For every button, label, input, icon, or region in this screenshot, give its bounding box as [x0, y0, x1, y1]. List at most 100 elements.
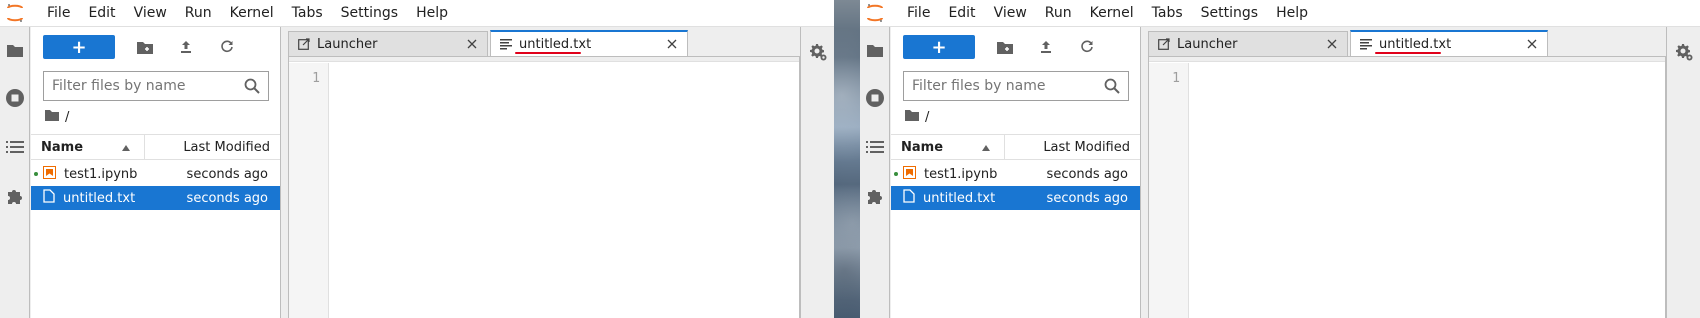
file-name: test1.ipynb: [924, 166, 998, 182]
menu-file[interactable]: File: [38, 0, 79, 27]
menu-bar: File Edit View Run Kernel Tabs Settings …: [0, 0, 834, 27]
text-file-icon: [499, 37, 513, 51]
file-name: test1.ipynb: [64, 166, 138, 182]
text-file-icon: [903, 189, 915, 207]
menu-help[interactable]: Help: [407, 0, 457, 27]
main-area: + Filter files by name / Name Last Modif…: [0, 27, 834, 318]
main-area: + Filter files by name / Name Last Modif…: [860, 27, 1700, 318]
tab-untitled-txt[interactable]: untitled.txt: [490, 30, 688, 56]
filter-files-input-box: [43, 71, 269, 101]
tab-label: untitled.txt: [519, 36, 592, 52]
close-icon[interactable]: [1325, 37, 1339, 51]
tab-untitled-txt[interactable]: untitled.txt: [1350, 30, 1548, 56]
file-browser-toolbar: +: [903, 35, 1132, 59]
menu-run[interactable]: Run: [176, 0, 221, 27]
text-editor[interactable]: 1: [1148, 56, 1666, 318]
text-file-icon: [43, 189, 55, 207]
file-listing-header: Name Last Modified: [31, 134, 280, 160]
menu-tabs[interactable]: Tabs: [283, 0, 332, 27]
file-row-untitled[interactable]: untitled.txt seconds ago: [891, 186, 1140, 210]
text-file-icon: [1359, 37, 1373, 51]
extension-puzzle-icon[interactable]: [864, 185, 886, 207]
file-modified: seconds ago: [1046, 190, 1128, 206]
file-modified: seconds ago: [186, 166, 268, 182]
launcher-icon: [1157, 37, 1171, 51]
jupyterlab-window-left: File Edit View Run Kernel Tabs Settings …: [0, 0, 834, 318]
file-row-untitled[interactable]: untitled.txt seconds ago: [31, 186, 280, 210]
menu-edit[interactable]: Edit: [79, 0, 124, 27]
file-browser-toolbar: +: [43, 35, 272, 59]
tab-launcher[interactable]: Launcher: [1148, 31, 1348, 56]
menu-bar: File Edit View Run Kernel Tabs Settings …: [860, 0, 1700, 27]
upload-icon[interactable]: [175, 36, 197, 58]
right-sidebar: [800, 27, 834, 318]
menu-help[interactable]: Help: [1267, 0, 1317, 27]
table-of-contents-icon[interactable]: [4, 136, 26, 158]
menu-edit[interactable]: Edit: [939, 0, 984, 27]
close-icon[interactable]: [665, 37, 679, 51]
folder-icon[interactable]: [45, 109, 59, 125]
property-inspector-gear-icon[interactable]: [1674, 42, 1694, 62]
jupyter-logo-icon[interactable]: [860, 0, 890, 27]
column-header-last-modified[interactable]: Last Modified: [145, 140, 280, 155]
menu-file[interactable]: File: [898, 0, 939, 27]
table-of-contents-icon[interactable]: [864, 136, 886, 158]
menu-view[interactable]: View: [125, 0, 176, 27]
close-icon[interactable]: [1525, 37, 1539, 51]
refresh-icon[interactable]: [216, 36, 238, 58]
dock-panel: Launcher untitled.txt 1: [288, 27, 800, 318]
close-icon[interactable]: [465, 37, 479, 51]
breadcrumb: /: [905, 107, 929, 127]
running-indicator: [31, 172, 41, 176]
filter-files-input[interactable]: [52, 78, 244, 94]
column-header-last-modified[interactable]: Last Modified: [1005, 140, 1140, 155]
extension-puzzle-icon[interactable]: [4, 185, 26, 207]
stop-circle-icon[interactable]: [4, 87, 26, 109]
folder-icon[interactable]: [4, 40, 26, 62]
right-sidebar: [1666, 27, 1700, 318]
line-number: 1: [1172, 71, 1180, 86]
new-launcher-button[interactable]: +: [903, 35, 975, 59]
left-activity-bar: [860, 27, 890, 318]
file-row-test1[interactable]: test1.ipynb seconds ago: [31, 162, 280, 186]
tab-launcher[interactable]: Launcher: [288, 31, 488, 56]
file-browser: + Filter files by name / Name Last Modif…: [31, 27, 281, 318]
annotation-underline: [515, 52, 581, 54]
split-handle[interactable]: [281, 27, 288, 318]
menu-tabs[interactable]: Tabs: [1143, 0, 1192, 27]
jupyterlab-window-right: File Edit View Run Kernel Tabs Settings …: [860, 0, 1700, 318]
menu-view[interactable]: View: [985, 0, 1036, 27]
folder-icon[interactable]: [864, 40, 886, 62]
folder-icon[interactable]: [905, 109, 919, 125]
property-inspector-gear-icon[interactable]: [808, 42, 828, 62]
new-folder-icon[interactable]: [994, 36, 1016, 58]
breadcrumb-root[interactable]: /: [925, 110, 929, 125]
refresh-icon[interactable]: [1076, 36, 1098, 58]
search-icon: [244, 78, 260, 94]
line-gutter: 1: [1149, 63, 1189, 318]
left-activity-bar: [0, 27, 30, 318]
menu-kernel[interactable]: Kernel: [1081, 0, 1143, 27]
notebook-icon: [43, 165, 56, 183]
stop-circle-icon[interactable]: [864, 87, 886, 109]
file-listing-header: Name Last Modified: [891, 134, 1140, 160]
column-header-name[interactable]: Name: [891, 135, 1005, 159]
menu-settings[interactable]: Settings: [1192, 0, 1267, 27]
tab-bar: Launcher untitled.txt: [288, 30, 800, 56]
jupyter-logo-icon[interactable]: [0, 0, 30, 27]
file-row-test1[interactable]: test1.ipynb seconds ago: [891, 162, 1140, 186]
file-modified: seconds ago: [186, 190, 268, 206]
menu-settings[interactable]: Settings: [332, 0, 407, 27]
upload-icon[interactable]: [1035, 36, 1057, 58]
launcher-icon: [297, 37, 311, 51]
menu-kernel[interactable]: Kernel: [221, 0, 283, 27]
column-header-name[interactable]: Name: [31, 135, 145, 159]
text-editor[interactable]: 1: [288, 56, 800, 318]
split-handle[interactable]: [1141, 27, 1148, 318]
menu-run[interactable]: Run: [1036, 0, 1081, 27]
filter-files-input[interactable]: [912, 78, 1104, 94]
new-launcher-button[interactable]: +: [43, 35, 115, 59]
new-folder-icon[interactable]: [134, 36, 156, 58]
search-icon: [1104, 78, 1120, 94]
breadcrumb-root[interactable]: /: [65, 110, 69, 125]
